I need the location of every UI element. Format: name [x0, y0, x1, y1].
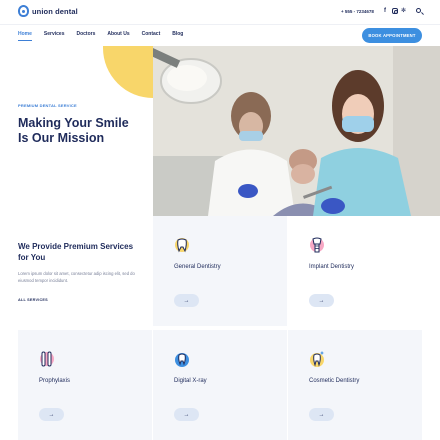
decorative-yellow-shape: [103, 46, 153, 98]
book-appointment-button[interactable]: BOOK APPOINTMENT: [362, 28, 422, 43]
main-nav: Home Services Doctors About Us Contact B…: [18, 31, 195, 37]
phone-number[interactable]: + 555 - 7234678: [341, 9, 374, 14]
arrow-right-icon[interactable]: →: [174, 408, 199, 421]
nav-services[interactable]: Services: [44, 31, 65, 37]
toothbrush-icon: [39, 350, 55, 368]
xray-icon: [174, 350, 190, 368]
arrow-right-icon[interactable]: →: [309, 294, 334, 307]
top-header: union dental + 555 - 7234678 f ✻: [0, 0, 440, 24]
hero-title: Making Your Smile Is Our Mission: [18, 116, 129, 145]
sparkle-tooth-icon: [309, 350, 325, 368]
service-title: Implant Dentistry: [309, 264, 355, 270]
active-nav-indicator: [18, 40, 32, 41]
service-title: Digital X-ray: [174, 378, 207, 384]
hero-eyebrow: PREMIUM DENTAL SERVICE: [18, 103, 77, 108]
service-card-general-dentistry[interactable]: General Dentistry →: [153, 216, 287, 326]
service-card-digital-xray[interactable]: Digital X-ray →: [153, 330, 287, 440]
search-icon[interactable]: [416, 8, 421, 13]
services-heading: We Provide Premium Services for You: [18, 242, 134, 262]
facebook-icon[interactable]: f: [384, 7, 386, 15]
nav-doctors[interactable]: Doctors: [76, 31, 95, 37]
arrow-right-icon[interactable]: →: [309, 408, 334, 421]
logo-text: union dental: [32, 6, 78, 16]
all-services-link[interactable]: ALL SERVICES: [18, 298, 48, 302]
service-card-implant-dentistry[interactable]: Implant Dentistry →: [288, 216, 422, 326]
service-title: Prophylaxis: [39, 378, 71, 384]
header-divider: [0, 24, 440, 25]
implant-icon: [309, 236, 325, 254]
yelp-icon[interactable]: ✻: [401, 7, 406, 15]
service-title: Cosmetic Dentistry: [309, 378, 360, 384]
dentists-photo-illustration: [153, 46, 440, 216]
instagram-icon[interactable]: [392, 8, 398, 14]
service-title: General Dentistry: [174, 264, 221, 270]
arrow-right-icon[interactable]: →: [39, 408, 64, 421]
service-card-prophylaxis[interactable]: Prophylaxis →: [18, 330, 152, 440]
services-description: Lorem ipsum dolor sit amet, consectetur …: [18, 271, 135, 283]
service-card-cosmetic-dentistry[interactable]: Cosmetic Dentistry →: [288, 330, 422, 440]
logo[interactable]: union dental: [18, 5, 78, 17]
tooth-logo-icon: [18, 5, 29, 17]
arrow-right-icon[interactable]: →: [174, 294, 199, 307]
tooth-icon: [174, 236, 190, 254]
nav-home[interactable]: Home: [18, 31, 32, 37]
hero-photo: [153, 46, 440, 216]
nav-contact[interactable]: Contact: [142, 31, 161, 37]
nav-blog[interactable]: Blog: [172, 31, 183, 37]
nav-about-us[interactable]: About Us: [107, 31, 129, 37]
